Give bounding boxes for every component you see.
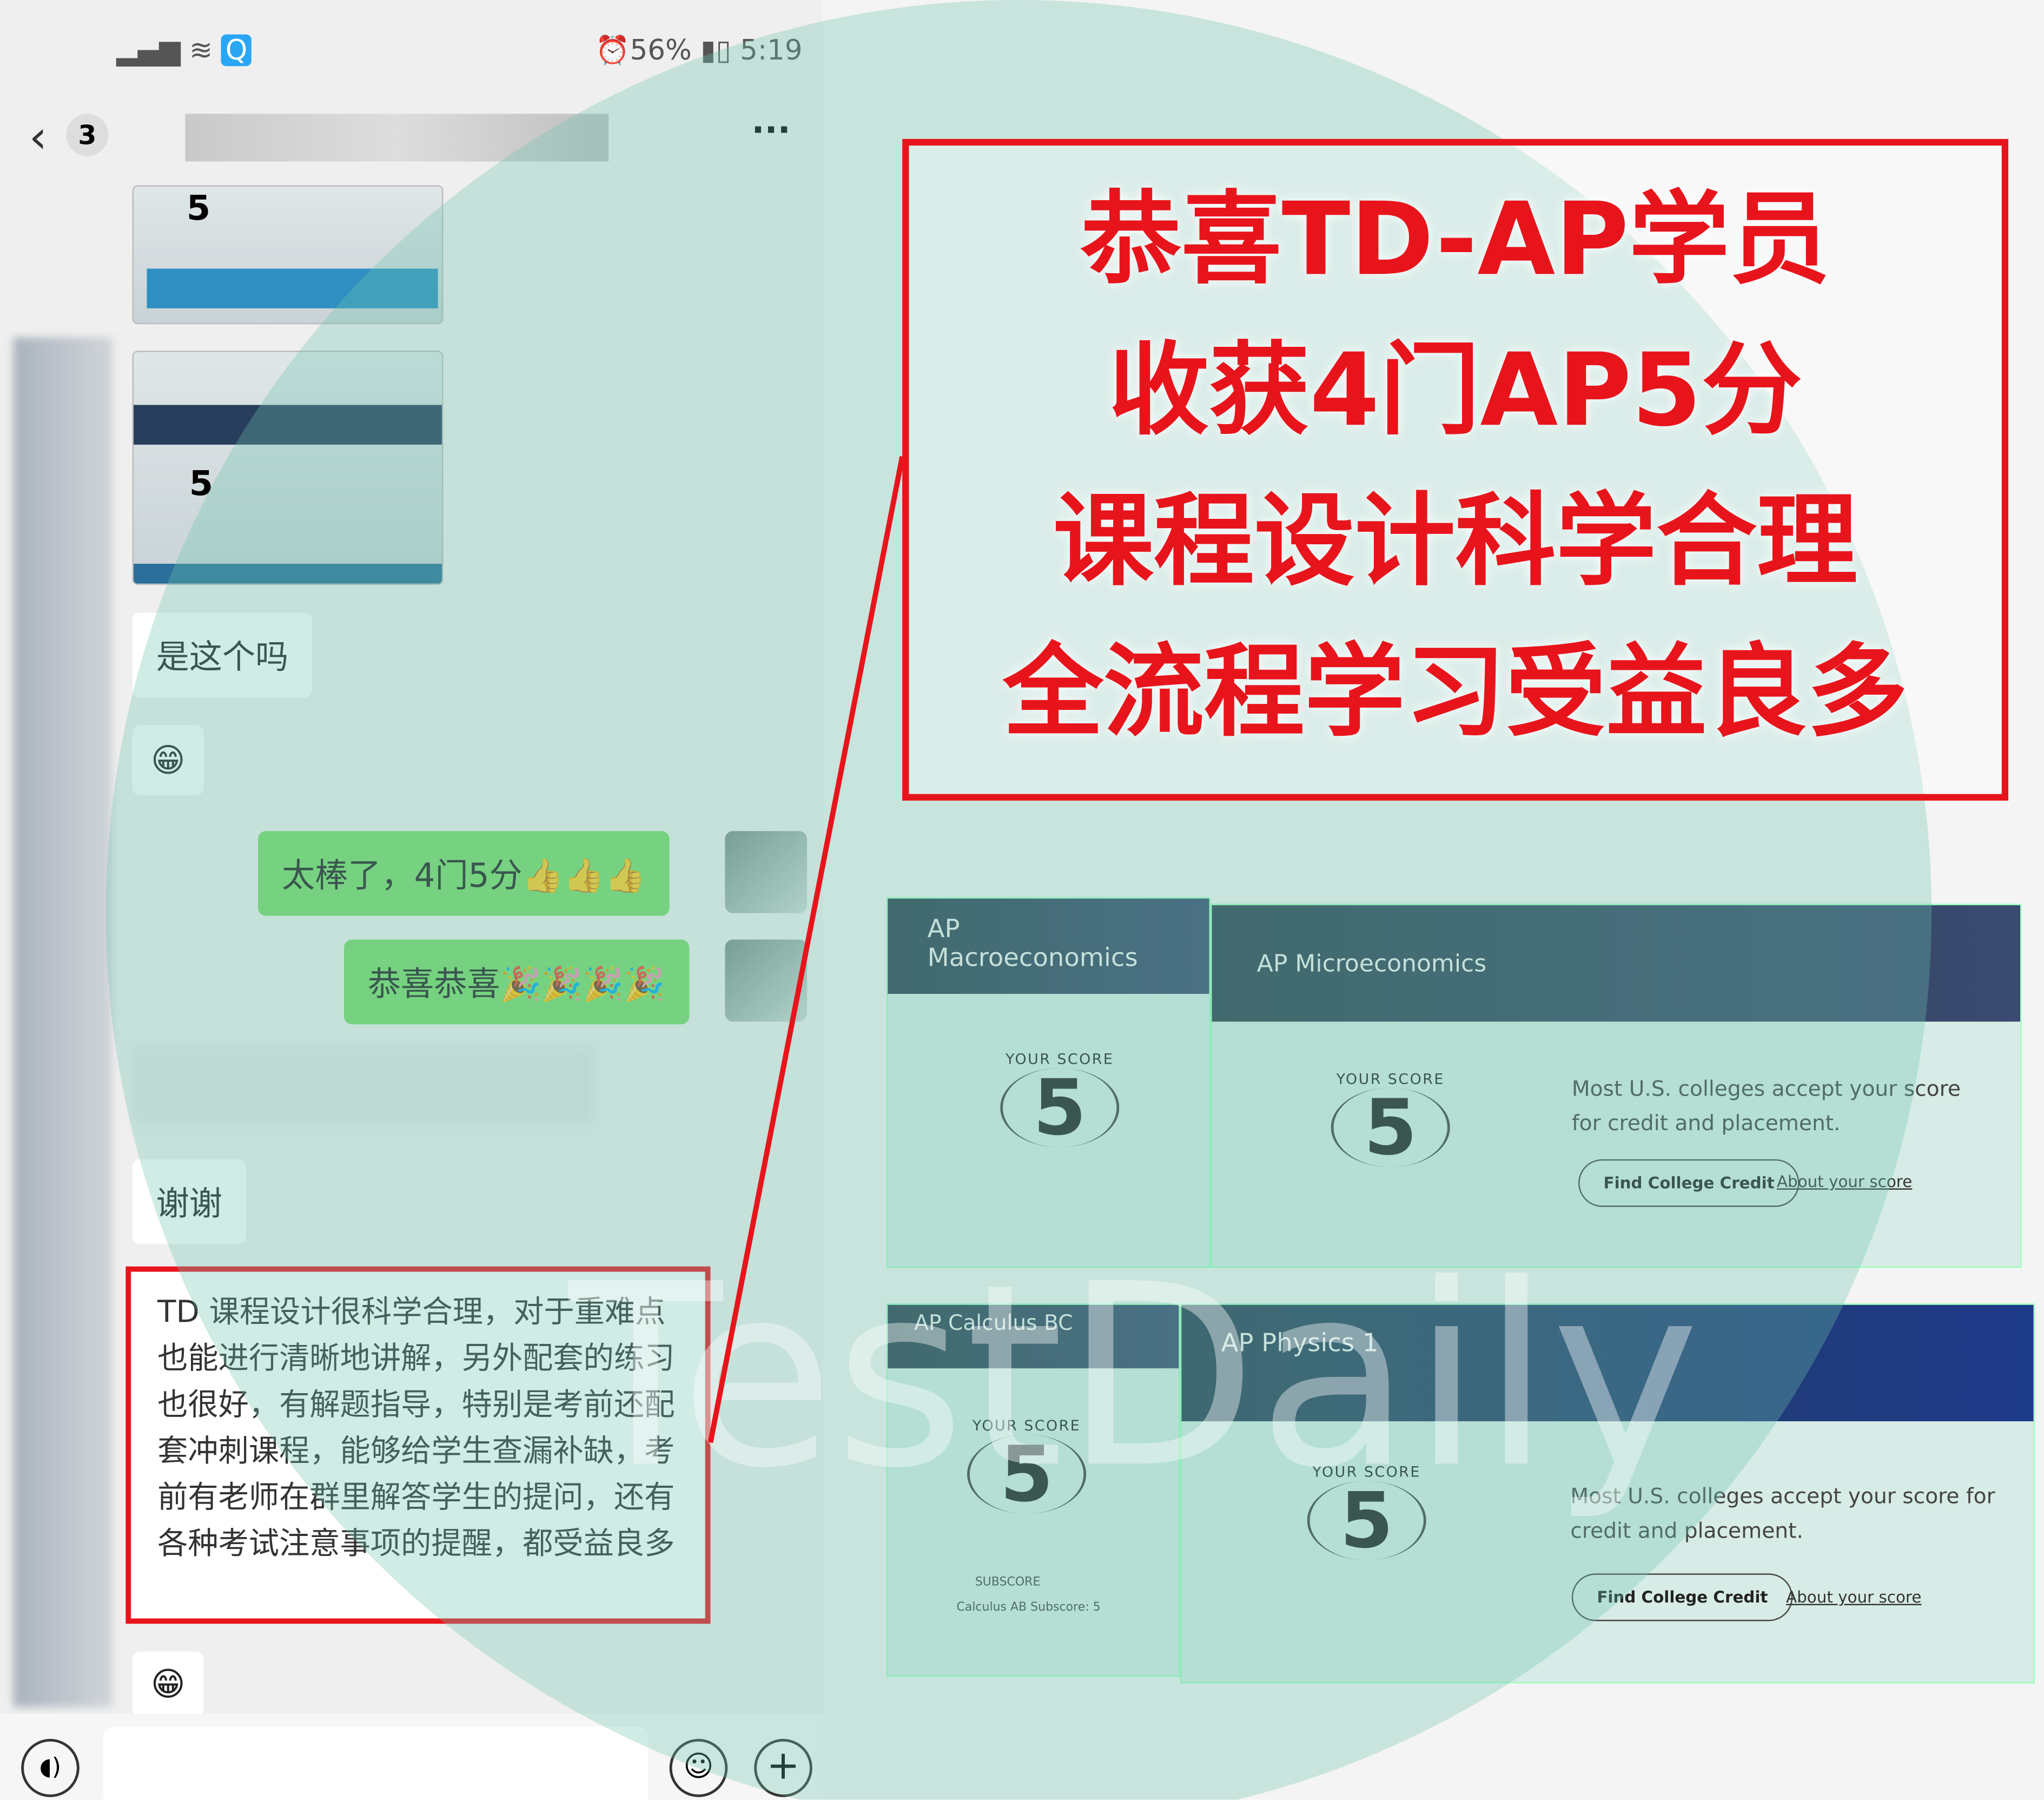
headline-line: 收获4门AP5分	[1108, 331, 1802, 449]
headline-line: 恭喜TD-AP学员	[1080, 180, 1830, 298]
headline-line: 课程设计科学合理	[1053, 482, 1858, 600]
headline-line: 全流程学习受益良多	[1003, 632, 1908, 750]
headline-box: 恭喜TD-AP学员 收获4门AP5分 课程设计科学合理 全流程学习受益良多	[902, 139, 2009, 801]
